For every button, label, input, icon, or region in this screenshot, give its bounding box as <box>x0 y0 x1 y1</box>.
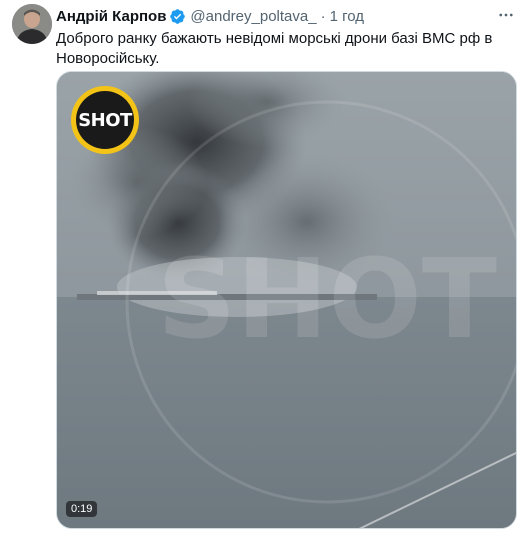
tweet-header: Андрій Карпов @andrey_poltava_ · 1 год <box>56 6 364 26</box>
timestamp[interactable]: 1 год <box>330 8 364 25</box>
avatar-image <box>12 4 52 44</box>
verified-badge-icon <box>169 8 186 25</box>
tweet-text: Доброго ранку бажають невідомі морські д… <box>56 30 493 67</box>
shot-logo: SHOT <box>71 86 139 154</box>
video-player[interactable]: SHOT SHOT 0:19 <box>56 71 517 529</box>
shot-logo-text: SHOT <box>76 91 134 149</box>
tweet[interactable]: Андрій Карпов @andrey_poltava_ · 1 год Д… <box>0 0 529 537</box>
display-name[interactable]: Андрій Карпов <box>56 8 166 25</box>
video-duration: 0:19 <box>66 501 98 517</box>
separator-dot: · <box>320 7 326 25</box>
watermark-text: SHOT <box>157 235 497 363</box>
user-handle[interactable]: @andrey_poltava_ <box>190 8 316 25</box>
more-options-ellipsis-icon[interactable] <box>495 6 517 24</box>
avatar[interactable] <box>12 4 52 44</box>
